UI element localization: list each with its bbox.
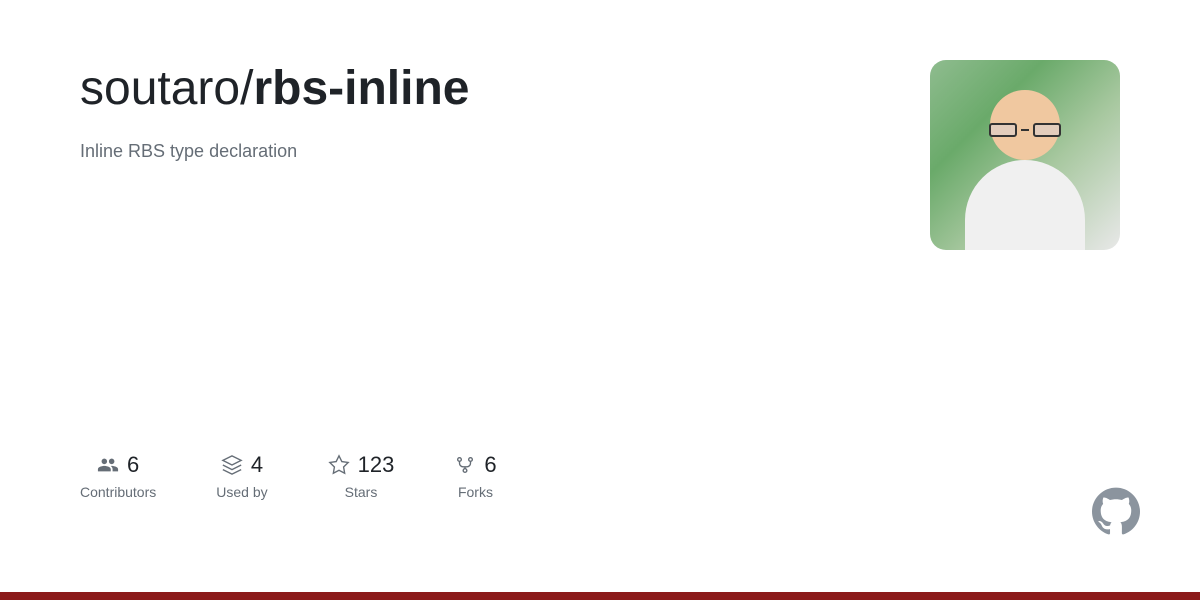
contributors-count: 6	[127, 452, 139, 478]
used-by-count: 4	[251, 452, 263, 478]
repo-owner[interactable]: soutaro	[80, 62, 240, 115]
used-by-label: Used by	[216, 484, 267, 500]
stat-used-by[interactable]: 4 Used by	[216, 452, 267, 500]
stat-contributors[interactable]: 6 Contributors	[80, 452, 156, 500]
avatar-container	[930, 60, 1120, 250]
forks-count: 6	[484, 452, 496, 478]
fork-icon	[454, 454, 476, 476]
repo-title: soutaro/rbs-inline	[80, 60, 890, 118]
bottom-bar	[0, 592, 1200, 600]
repo-separator: /	[240, 62, 253, 115]
package-icon	[221, 454, 243, 476]
avatar-body	[965, 160, 1085, 250]
people-icon	[97, 454, 119, 476]
forks-label: Forks	[458, 484, 493, 500]
repo-header: soutaro/rbs-inline Inline RBS type decla…	[80, 60, 1120, 250]
star-icon	[328, 454, 350, 476]
stats-row: 6 Contributors 4 Used by	[80, 412, 1120, 500]
main-content: soutaro/rbs-inline Inline RBS type decla…	[0, 0, 1200, 540]
stat-forks[interactable]: 6 Forks	[454, 452, 496, 500]
contributors-label: Contributors	[80, 484, 156, 500]
stat-stars[interactable]: 123 Stars	[328, 452, 395, 500]
avatar[interactable]	[930, 60, 1120, 250]
avatar-glasses	[989, 122, 1061, 138]
stars-label: Stars	[345, 484, 378, 500]
github-icon-container[interactable]	[1092, 487, 1140, 540]
repo-description: Inline RBS type declaration	[80, 138, 890, 165]
stars-count: 123	[358, 452, 395, 478]
repo-name[interactable]: rbs-inline	[253, 62, 469, 115]
github-logo-icon	[1092, 487, 1140, 535]
repo-info: soutaro/rbs-inline Inline RBS type decla…	[80, 60, 890, 165]
